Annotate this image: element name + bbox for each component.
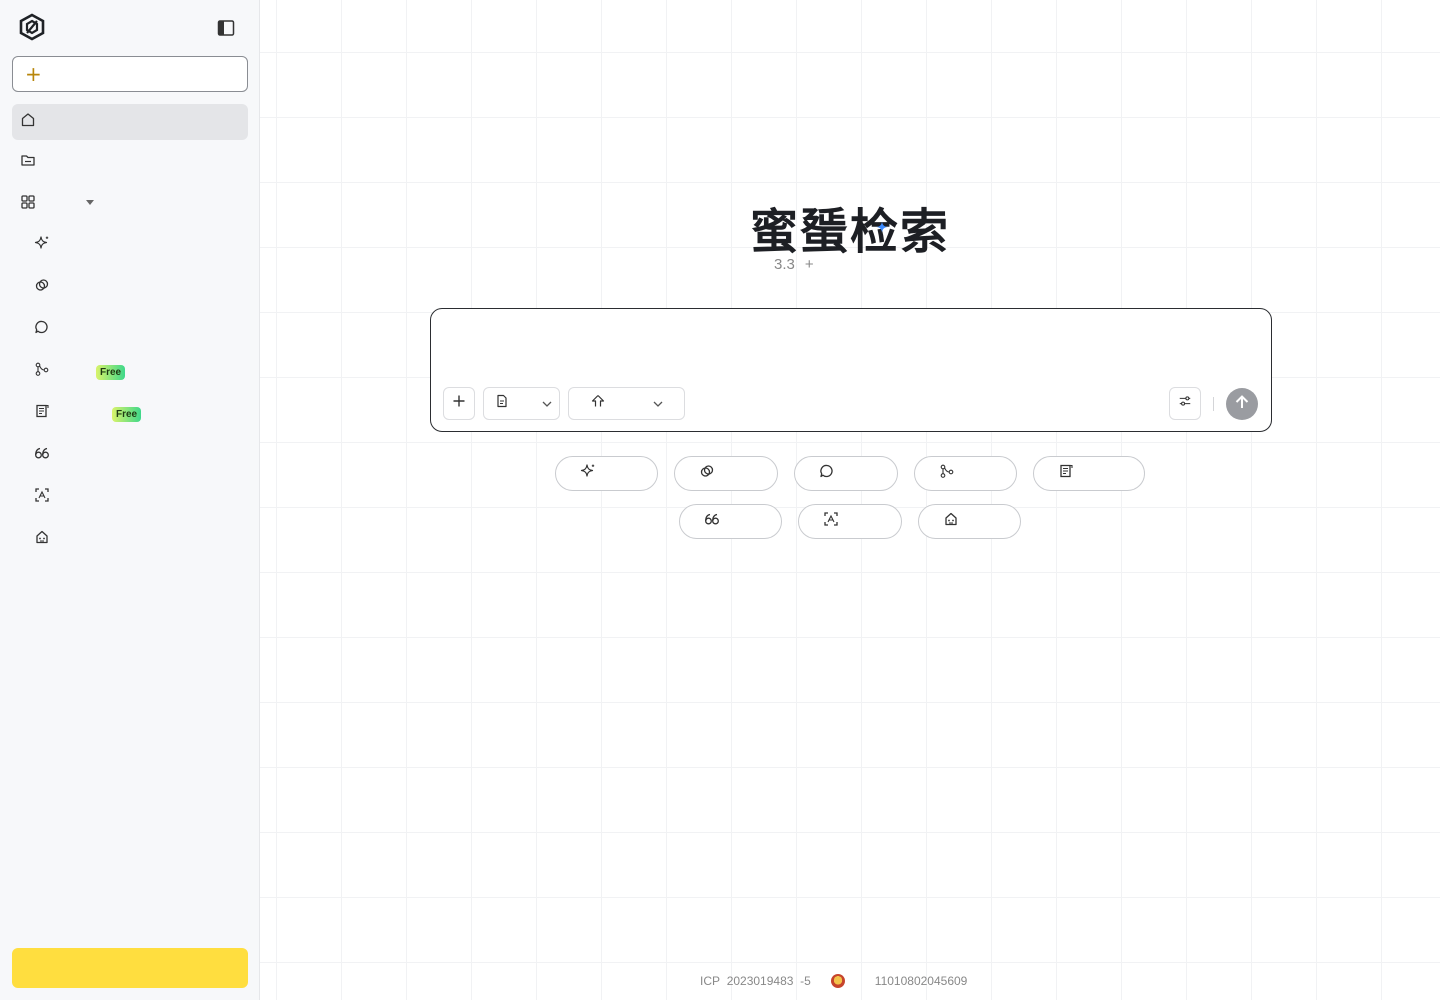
robot-icon bbox=[34, 529, 50, 550]
sliders-icon bbox=[1178, 394, 1192, 413]
tool-scan[interactable] bbox=[26, 481, 246, 513]
source-select[interactable] bbox=[483, 387, 560, 420]
page-title: 蜜蜑检索 bbox=[750, 204, 951, 260]
tool-mindmap[interactable] bbox=[26, 355, 246, 387]
chat-icon bbox=[34, 319, 50, 340]
tool-robot[interactable] bbox=[26, 523, 246, 555]
document-icon bbox=[495, 394, 509, 413]
folder-icon bbox=[20, 152, 36, 173]
police-badge-icon bbox=[830, 974, 845, 988]
free-badge: Free bbox=[96, 365, 126, 380]
plus-icon: + bbox=[25, 62, 42, 86]
model-select[interactable] bbox=[568, 387, 685, 420]
settings-button[interactable] bbox=[1169, 387, 1201, 420]
version-number: 3.3 bbox=[774, 256, 795, 273]
icp-label: ICP bbox=[700, 974, 721, 988]
scroll-icon bbox=[1058, 463, 1074, 484]
chip-scan[interactable] bbox=[798, 504, 902, 539]
free-badge: Free bbox=[112, 407, 142, 422]
scroll-icon bbox=[34, 403, 50, 424]
plus-icon bbox=[452, 394, 466, 413]
sparkle-accent-icon bbox=[876, 220, 888, 233]
chip-report[interactable] bbox=[1033, 456, 1145, 491]
search-input[interactable] bbox=[445, 321, 1255, 381]
branch-icon bbox=[939, 463, 955, 484]
tool-quote[interactable] bbox=[26, 439, 246, 471]
chevron-down-icon bbox=[651, 397, 665, 416]
home-icon bbox=[20, 112, 36, 133]
chevron-down-icon[interactable] bbox=[86, 200, 94, 205]
icp-suffix: -5 bbox=[800, 974, 811, 988]
collapse-sidebar-icon[interactable] bbox=[216, 18, 236, 38]
sidebar: + Free Free bbox=[0, 0, 260, 1000]
police-number[interactable]: 11010802045609 bbox=[875, 974, 968, 988]
send-button[interactable] bbox=[1226, 388, 1258, 420]
chip-quote[interactable] bbox=[679, 504, 782, 539]
grid-icon bbox=[20, 194, 36, 215]
chip-links[interactable] bbox=[674, 456, 778, 491]
chip-mindmap[interactable] bbox=[914, 456, 1017, 491]
search-composer bbox=[430, 308, 1272, 432]
logo-icon[interactable] bbox=[18, 13, 46, 41]
version-plus: + bbox=[804, 256, 814, 273]
version-label: 3.3 + bbox=[774, 256, 814, 273]
nav-files[interactable] bbox=[12, 144, 248, 180]
sparkle-icon bbox=[580, 463, 596, 484]
branch-icon bbox=[34, 361, 50, 382]
tool-ai-search[interactable] bbox=[26, 229, 246, 261]
robot-icon bbox=[943, 511, 959, 532]
chat-icon bbox=[819, 463, 835, 484]
scan-icon bbox=[34, 487, 50, 508]
nav-apps[interactable] bbox=[12, 186, 248, 222]
quote-icon bbox=[704, 511, 720, 532]
new-chat-button[interactable]: + bbox=[12, 56, 248, 92]
chip-ai-search[interactable] bbox=[555, 456, 658, 491]
attach-button[interactable] bbox=[443, 387, 475, 420]
arrow-up-icon bbox=[1232, 392, 1252, 417]
footer: ICP 2023019483 -5 11010802045609 bbox=[700, 974, 967, 988]
divider bbox=[1213, 397, 1214, 411]
tool-links[interactable] bbox=[26, 271, 246, 303]
chip-robot[interactable] bbox=[918, 504, 1021, 539]
sparkle-icon bbox=[34, 235, 50, 256]
upgrade-button[interactable] bbox=[12, 948, 248, 988]
chevron-down-icon bbox=[540, 397, 554, 416]
link-icon bbox=[699, 463, 715, 484]
quote-icon bbox=[34, 445, 50, 466]
scan-icon bbox=[823, 511, 839, 532]
nav-home[interactable] bbox=[12, 104, 248, 140]
main-area: 蜜蜑检索 3.3 + ICP 2023019483 -5 11010802045… bbox=[260, 0, 1440, 1000]
tool-chat[interactable] bbox=[26, 313, 246, 345]
chip-chat[interactable] bbox=[794, 456, 898, 491]
icp-number[interactable]: 2023019483 bbox=[727, 974, 794, 988]
model-icon bbox=[591, 394, 605, 413]
link-icon bbox=[34, 277, 50, 298]
